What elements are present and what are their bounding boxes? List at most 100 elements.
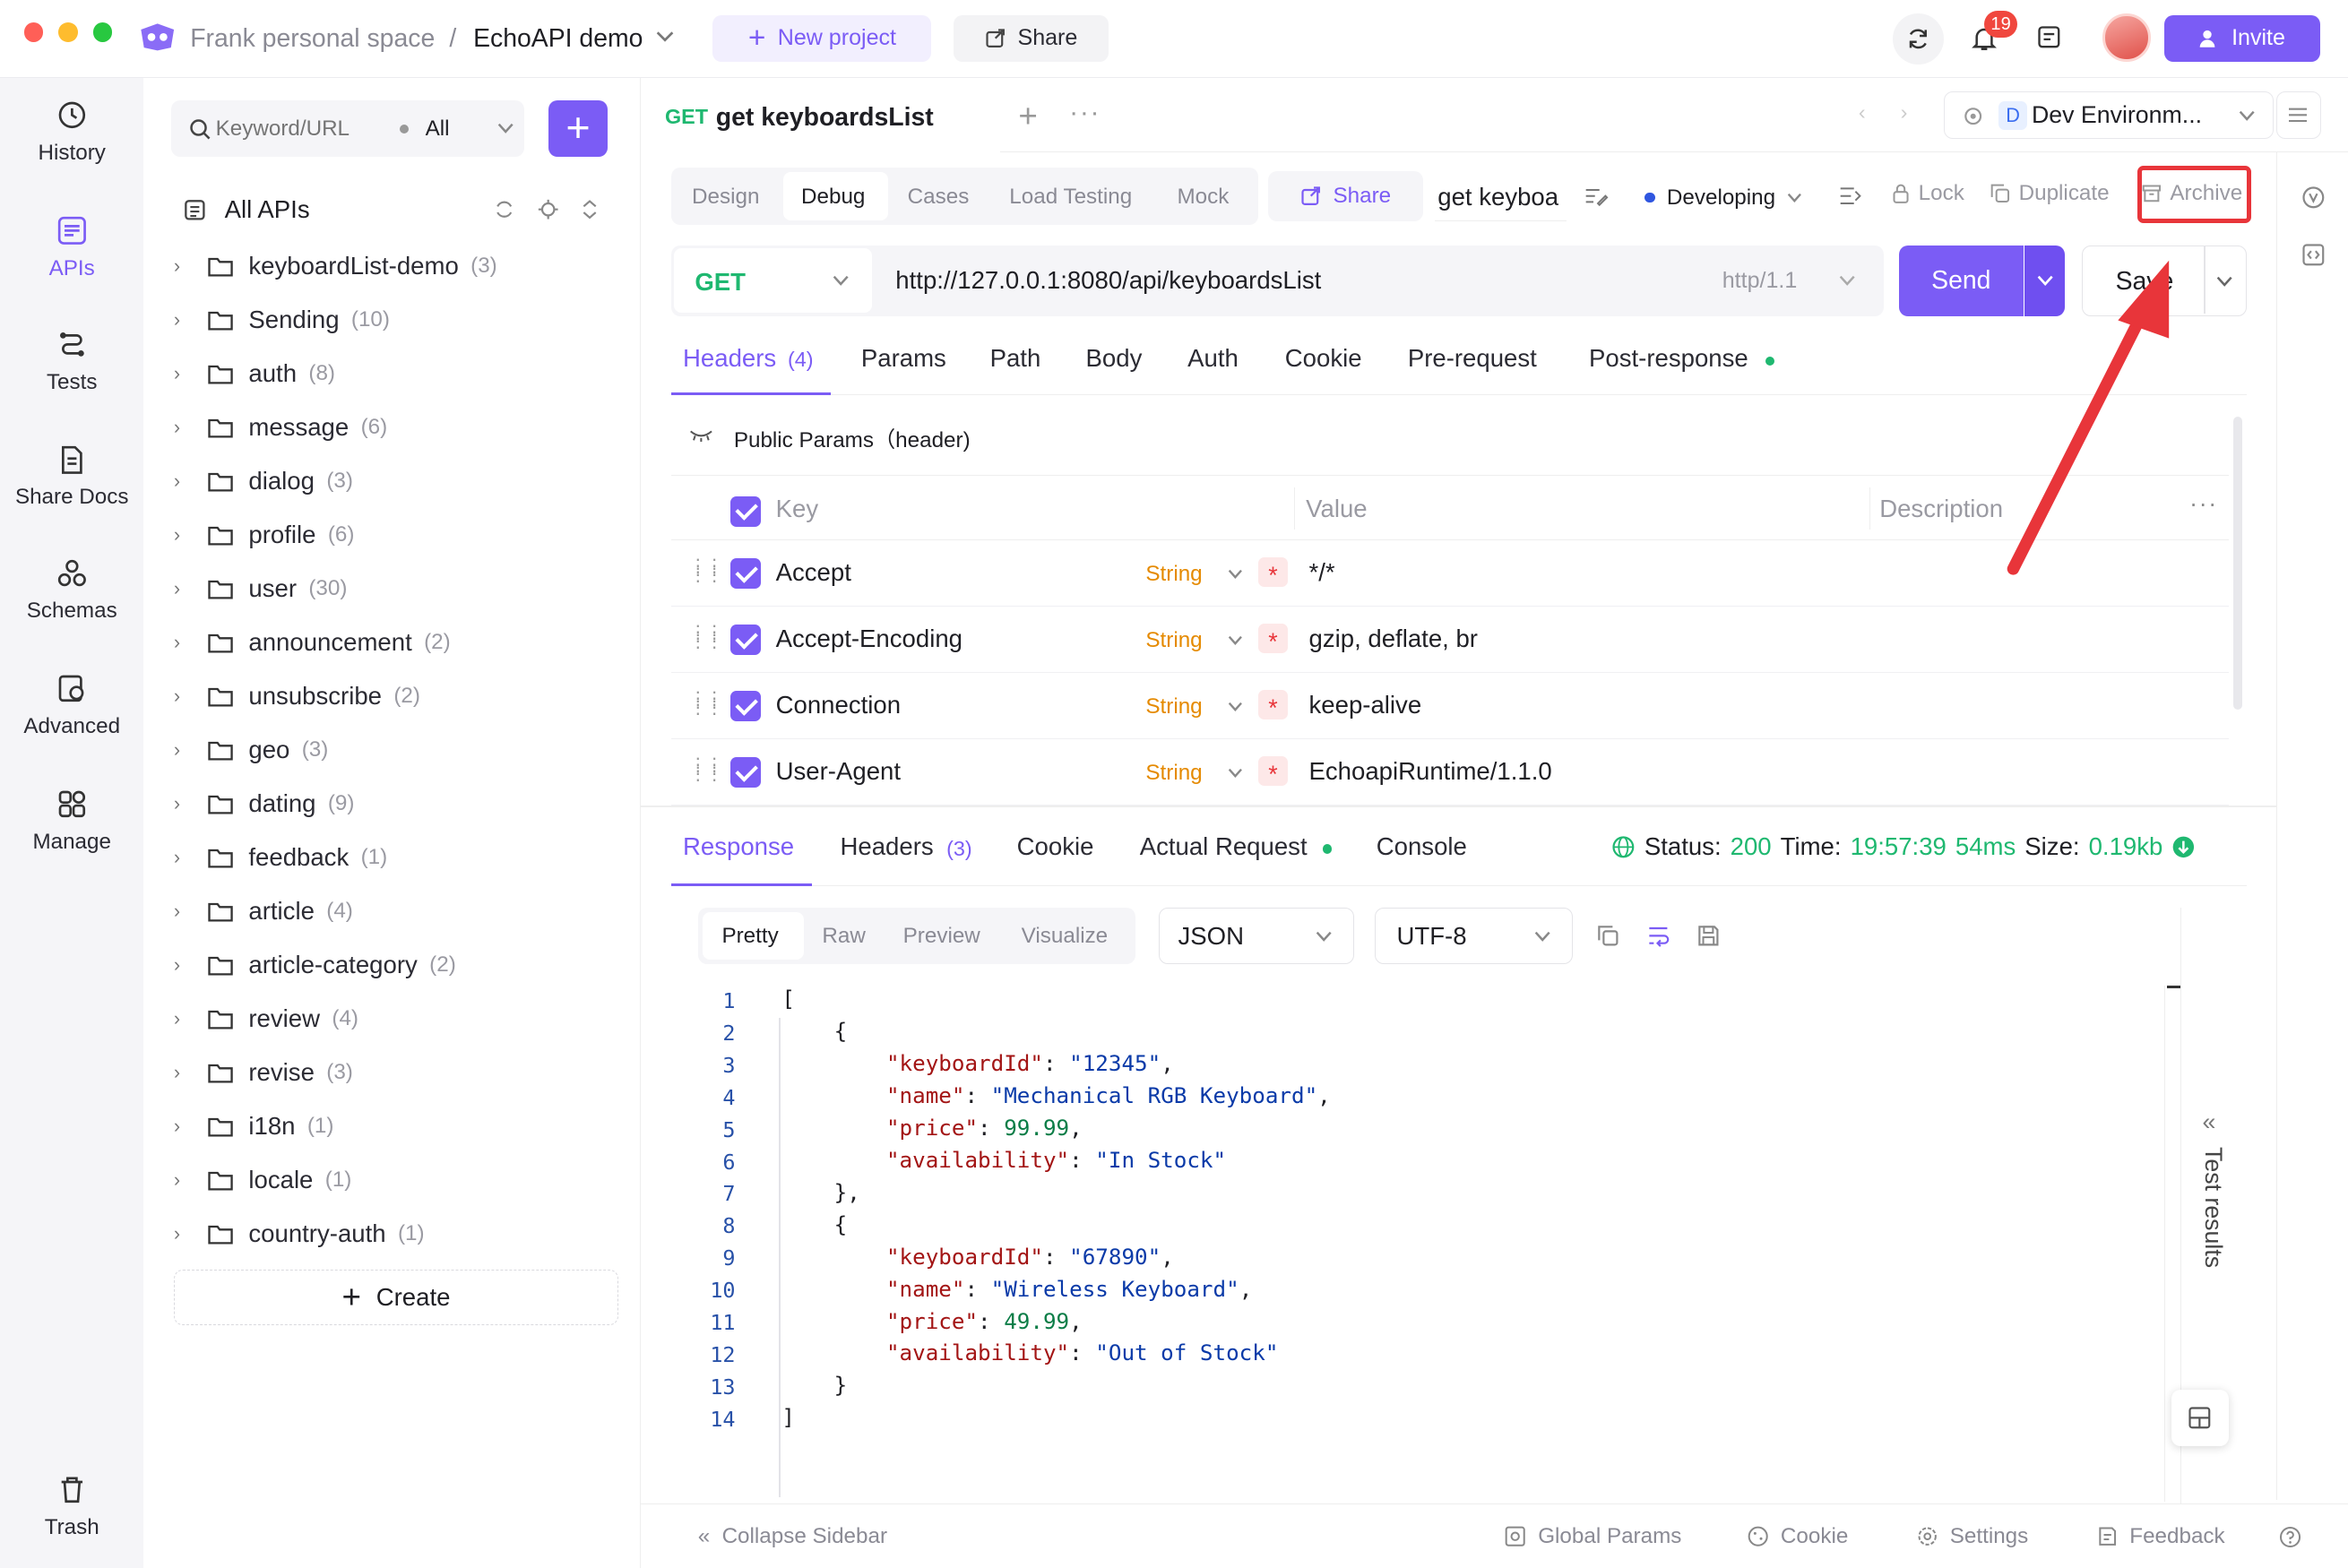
header-key[interactable]: Accept-Encoding	[776, 625, 963, 653]
header-enabled-checkbox[interactable]	[730, 558, 761, 589]
environment-select[interactable]: D Dev Environm...	[1944, 90, 2274, 140]
chevron-right-icon[interactable]: ›	[174, 738, 201, 762]
eye-closed-icon[interactable]	[689, 428, 713, 442]
create-button[interactable]: + Create	[173, 1270, 619, 1325]
tree-folder[interactable]: › review (4)	[174, 994, 623, 1045]
copy-icon[interactable]	[1596, 924, 1620, 948]
chevron-down-icon[interactable]	[1228, 702, 1243, 712]
rail-item-trash[interactable]: Trash	[0, 1473, 143, 1540]
method-select[interactable]: GET	[673, 248, 872, 314]
duplicate-button[interactable]: Duplicate	[1990, 181, 2110, 206]
tab-auth[interactable]: Auth	[1187, 344, 1239, 373]
header-value[interactable]: gzip, deflate, br	[1309, 625, 1478, 653]
maximize-window-button[interactable]	[92, 22, 113, 42]
tab-actual-request[interactable]: Actual Request	[1140, 832, 1308, 861]
download-icon[interactable]	[2171, 835, 2196, 859]
tab-mock[interactable]: Mock	[1177, 185, 1229, 210]
tree-folder[interactable]: › keyboardList-demo (3)	[174, 241, 623, 292]
header-type[interactable]: String	[1145, 694, 1202, 719]
header-key[interactable]: Connection	[776, 691, 901, 719]
help-icon[interactable]	[2279, 1526, 2301, 1548]
all-apis-row[interactable]: All APIs	[183, 189, 617, 231]
more-tabs-icon[interactable]: ···	[1069, 98, 1101, 128]
doc-tab-active[interactable]: GET get keyboardsList	[641, 77, 1001, 153]
header-value[interactable]: EchoapiRuntime/1.1.0	[1309, 757, 1552, 786]
drag-handle-icon[interactable]: ⋮⋮ ⋮⋮	[689, 624, 723, 650]
chevron-right-icon[interactable]: ›	[1901, 100, 1908, 125]
global-params-button[interactable]: Global Params	[1505, 1524, 1681, 1549]
chevron-right-icon[interactable]: ›	[174, 792, 201, 815]
tab-debug[interactable]: Debug	[801, 185, 865, 210]
rail-item-schemas[interactable]: Schemas	[0, 557, 143, 625]
chevron-right-icon[interactable]: ›	[174, 685, 201, 708]
tree-folder[interactable]: › feedback (1)	[174, 832, 623, 883]
expand-collapse-icon[interactable]	[581, 199, 599, 220]
tab-response-headers[interactable]: Headers	[840, 832, 933, 861]
invite-button[interactable]: Invite	[2163, 14, 2320, 62]
tab-post-response[interactable]: Post-response	[1589, 344, 1748, 373]
view-raw[interactable]: Raw	[822, 924, 865, 949]
tab-design[interactable]: Design	[692, 185, 759, 210]
required-toggle-icon[interactable]: *	[1257, 623, 1289, 655]
header-enabled-checkbox[interactable]	[730, 691, 761, 721]
sync-button[interactable]	[1893, 13, 1945, 65]
filter-select[interactable]: All	[426, 116, 450, 142]
add-tab-button[interactable]: +	[1018, 98, 1037, 135]
chevron-right-icon[interactable]: ›	[174, 362, 201, 385]
notes-icon[interactable]	[2037, 25, 2061, 49]
select-all-checkbox[interactable]	[730, 496, 761, 527]
share-project-button[interactable]: Share	[954, 14, 1109, 62]
chevron-right-icon[interactable]: ›	[174, 900, 201, 923]
tab-load-testing[interactable]: Load Testing	[1009, 185, 1132, 210]
chevron-down-icon[interactable]	[2216, 276, 2232, 288]
chevron-down-icon[interactable]	[1839, 275, 1855, 287]
chevron-right-icon[interactable]: ›	[174, 1115, 201, 1138]
chevron-right-icon[interactable]: ›	[174, 577, 201, 600]
header-key[interactable]: User-Agent	[776, 757, 901, 786]
tab-console[interactable]: Console	[1377, 832, 1467, 861]
header-type[interactable]: String	[1145, 761, 1202, 786]
format-select[interactable]: JSON	[1159, 907, 1354, 965]
save-response-icon[interactable]	[1696, 924, 1721, 948]
feedback-button[interactable]: Feedback	[2097, 1524, 2225, 1549]
chevron-right-icon[interactable]: ›	[174, 1168, 201, 1192]
chevron-right-icon[interactable]: ›	[174, 308, 201, 332]
rail-item-apis[interactable]: APIs	[0, 214, 143, 281]
tree-folder[interactable]: › dating (9)	[174, 779, 623, 830]
rail-item-history[interactable]: History	[0, 99, 143, 166]
chevron-right-icon[interactable]: ›	[174, 1007, 201, 1030]
share-api-button[interactable]: Share	[1268, 170, 1423, 222]
rail-item-manage[interactable]: Manage	[0, 788, 143, 855]
rail-item-tests[interactable]: Tests	[0, 328, 143, 395]
wrap-lines-icon[interactable]	[1646, 924, 1670, 948]
locate-icon[interactable]	[538, 199, 558, 220]
header-type[interactable]: String	[1145, 628, 1202, 653]
headers-scrollbar[interactable]	[2232, 416, 2242, 711]
protocol-select[interactable]: http/1.1	[1722, 268, 1798, 294]
chevron-right-icon[interactable]: ›	[174, 1061, 201, 1084]
rail-item-advanced[interactable]: Advanced	[0, 672, 143, 739]
view-preview[interactable]: Preview	[903, 924, 980, 949]
tree-folder[interactable]: › auth (8)	[174, 349, 623, 400]
tab-response-cookie[interactable]: Cookie	[1017, 832, 1094, 861]
chevron-right-icon[interactable]: ›	[174, 953, 201, 977]
chevron-down-icon[interactable]	[656, 30, 674, 45]
status-select[interactable]: Developing	[1644, 181, 1802, 214]
rail-item-share-docs[interactable]: Share Docs	[0, 444, 143, 511]
tree-folder[interactable]: › i18n (1)	[174, 1101, 623, 1152]
header-enabled-checkbox[interactable]	[730, 625, 761, 655]
tree-folder[interactable]: › message (6)	[174, 402, 623, 453]
close-window-button[interactable]	[23, 22, 44, 42]
project-name[interactable]: EchoAPI demo	[473, 24, 643, 54]
chevron-down-icon[interactable]	[1228, 569, 1243, 580]
required-toggle-icon[interactable]: *	[1257, 556, 1289, 589]
drag-handle-icon[interactable]: ⋮⋮ ⋮⋮	[689, 690, 723, 717]
edit-description-icon[interactable]	[1584, 185, 1609, 207]
tab-headers[interactable]: Headers (4)	[670, 339, 832, 396]
chevron-right-icon[interactable]: ›	[174, 1222, 201, 1245]
code-snippet-icon[interactable]	[2301, 243, 2326, 267]
tree-folder[interactable]: › unsubscribe (2)	[174, 671, 623, 722]
tab-path[interactable]: Path	[990, 344, 1041, 373]
tree-folder[interactable]: › announcement (2)	[174, 617, 623, 668]
header-value[interactable]: keep-alive	[1309, 691, 1422, 719]
